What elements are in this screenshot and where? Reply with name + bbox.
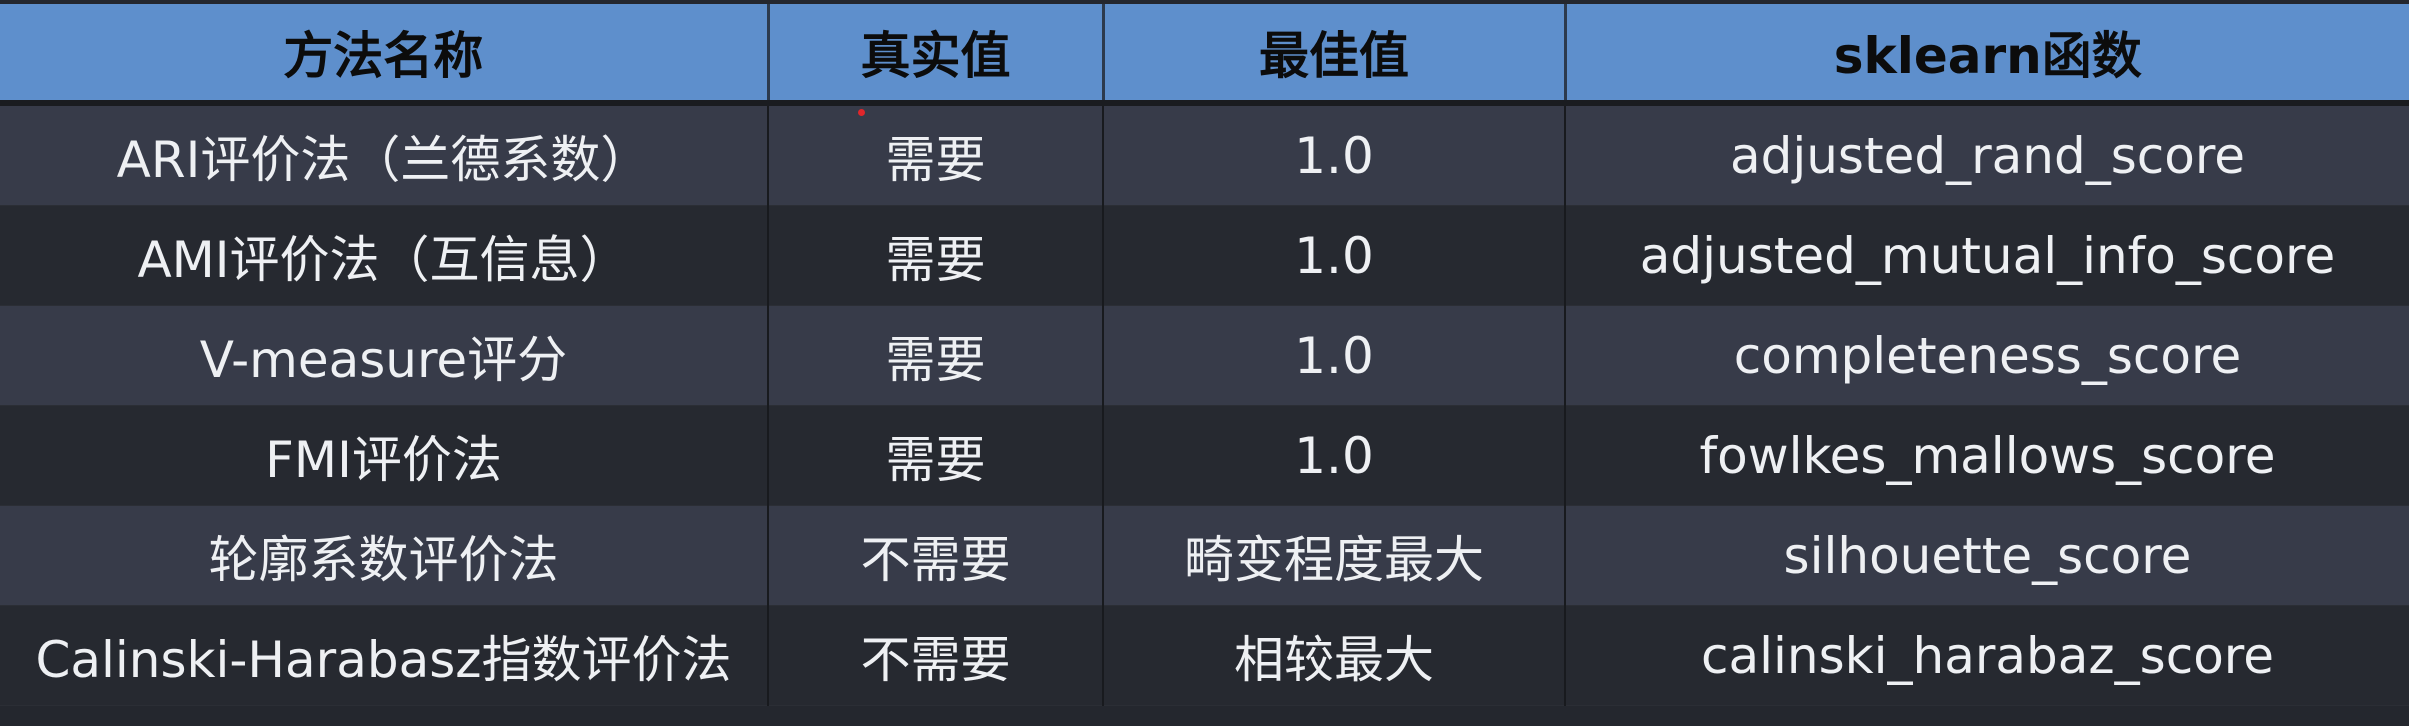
- metrics-table-container: 方法名称 真实值 最佳值 sklearn函数 ARI评价法（兰德系数） 需要 1…: [0, 4, 2409, 706]
- header-sklearn-function: sklearn函数: [1563, 4, 2409, 106]
- header-row: 方法名称 真实值 最佳值 sklearn函数: [0, 4, 2409, 106]
- method-name-cell: AMI评价法（互信息）: [0, 205, 769, 306]
- sklearn-function-cell: completeness_score: [1564, 305, 2409, 406]
- table-header: 方法名称 真实值 最佳值 sklearn函数: [0, 4, 2409, 106]
- method-name-cell: Calinski-Harabasz指数评价法: [0, 605, 769, 706]
- table-row: ARI评价法（兰德系数） 需要 1.0 adjusted_rand_score: [0, 103, 2409, 206]
- sklearn-function-cell: silhouette_score: [1564, 505, 2409, 606]
- true-value-cell: 需要: [767, 103, 1104, 206]
- table-row: V-measure评分 需要 1.0 completeness_score: [0, 305, 2409, 406]
- true-value-cell: 需要: [767, 305, 1104, 406]
- header-method-name: 方法名称: [0, 4, 770, 106]
- table-row: FMI评价法 需要 1.0 fowlkes_mallows_score: [0, 405, 2409, 506]
- header-true-value: 真实值: [766, 4, 1105, 106]
- table-row: 轮廓系数评价法 不需要 畸变程度最大 silhouette_score: [0, 505, 2409, 606]
- best-value-cell: 1.0: [1102, 405, 1566, 506]
- true-value-cell: 不需要: [767, 505, 1104, 606]
- clustering-metrics-table: 方法名称 真实值 最佳值 sklearn函数 ARI评价法（兰德系数） 需要 1…: [0, 4, 2409, 706]
- sklearn-function-cell: adjusted_mutual_info_score: [1564, 205, 2409, 306]
- method-name-cell: FMI评价法: [0, 405, 769, 506]
- best-value-cell: 畸变程度最大: [1102, 505, 1566, 606]
- table-row: AMI评价法（互信息） 需要 1.0 adjusted_mutual_info_…: [0, 205, 2409, 306]
- best-value-cell: 1.0: [1102, 205, 1566, 306]
- sklearn-function-cell: fowlkes_mallows_score: [1564, 405, 2409, 506]
- best-value-cell: 相较最大: [1102, 605, 1566, 706]
- header-best-value: 最佳值: [1101, 4, 1567, 106]
- table-body: ARI评价法（兰德系数） 需要 1.0 adjusted_rand_score …: [0, 103, 2409, 706]
- true-value-cell: 需要: [767, 205, 1104, 306]
- method-name-cell: 轮廓系数评价法: [0, 505, 769, 606]
- true-value-cell: 不需要: [767, 605, 1104, 706]
- sklearn-function-cell: calinski_harabaz_score: [1564, 605, 2409, 706]
- true-value-cell: 需要: [767, 405, 1104, 506]
- method-name-cell: V-measure评分: [0, 305, 769, 406]
- method-name-cell: ARI评价法（兰德系数）: [0, 103, 769, 206]
- best-value-cell: 1.0: [1102, 103, 1566, 206]
- table-row: Calinski-Harabasz指数评价法 不需要 相较最大 calinski…: [0, 605, 2409, 706]
- best-value-cell: 1.0: [1102, 305, 1566, 406]
- sklearn-function-cell: adjusted_rand_score: [1564, 103, 2409, 206]
- laser-pointer-dot: [858, 109, 865, 116]
